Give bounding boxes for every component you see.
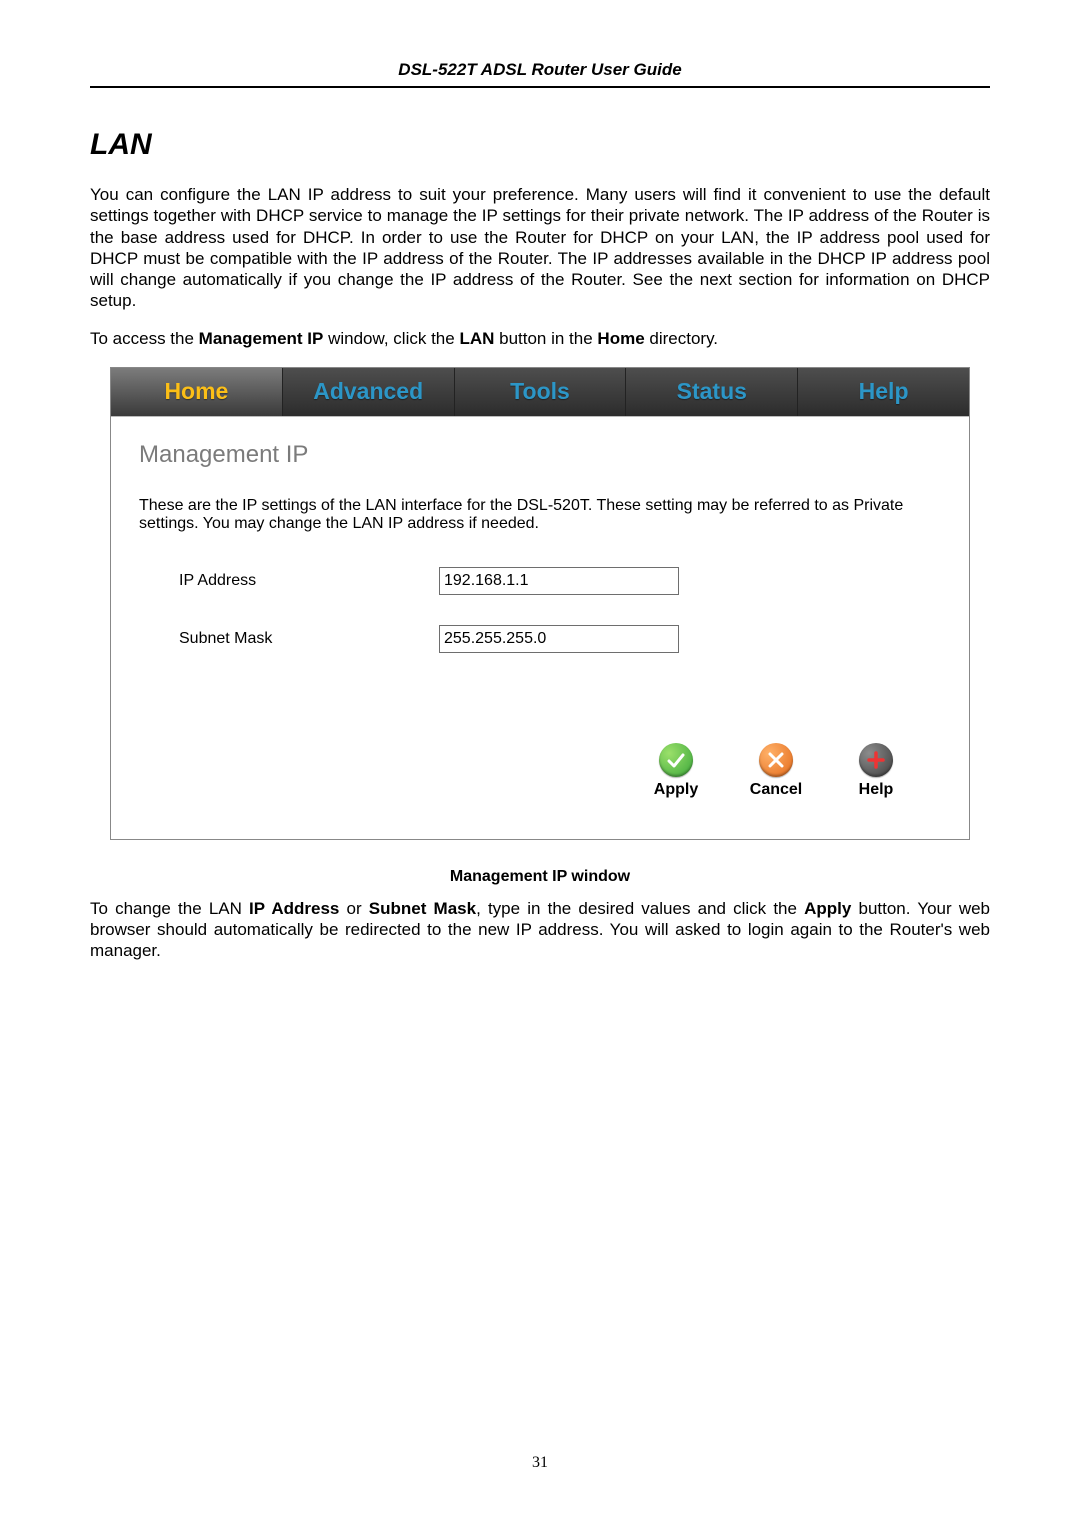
check-icon bbox=[659, 743, 693, 777]
text-bold: Management IP bbox=[199, 329, 324, 348]
apply-label: Apply bbox=[654, 781, 698, 799]
closing-paragraph: To change the LAN IP Address or Subnet M… bbox=[90, 898, 990, 962]
text-bold: Home bbox=[597, 329, 644, 348]
plus-icon bbox=[859, 743, 893, 777]
tab-home[interactable]: Home bbox=[111, 368, 282, 416]
text-bold: LAN bbox=[459, 329, 494, 348]
cancel-label: Cancel bbox=[750, 781, 802, 799]
text: or bbox=[339, 899, 368, 918]
form-row-ip: IP Address bbox=[179, 567, 941, 595]
tab-tools[interactable]: Tools bbox=[454, 368, 626, 416]
action-bar: Apply Cancel Help bbox=[139, 683, 941, 809]
text-bold: IP Address bbox=[249, 899, 339, 918]
text: , type in the desired values and click t… bbox=[476, 899, 804, 918]
section-title-lan: LAN bbox=[90, 128, 990, 162]
tab-status[interactable]: Status bbox=[625, 368, 797, 416]
nav-tab-bar: Home Advanced Tools Status Help bbox=[111, 368, 969, 417]
text: window, click the bbox=[323, 329, 459, 348]
apply-button[interactable]: Apply bbox=[641, 743, 711, 799]
page-number: 31 bbox=[0, 1454, 1080, 1472]
close-icon bbox=[759, 743, 793, 777]
help-label: Help bbox=[859, 781, 894, 799]
input-subnet-mask[interactable] bbox=[439, 625, 679, 653]
text: To change the LAN bbox=[90, 899, 249, 918]
access-paragraph: To access the Management IP window, clic… bbox=[90, 328, 990, 349]
panel-description: These are the IP settings of the LAN int… bbox=[139, 497, 941, 533]
text-bold: Subnet Mask bbox=[369, 899, 476, 918]
text: directory. bbox=[645, 329, 718, 348]
help-button[interactable]: Help bbox=[841, 743, 911, 799]
panel-title: Management IP bbox=[139, 441, 941, 469]
form-row-subnet: Subnet Mask bbox=[179, 625, 941, 653]
tab-advanced[interactable]: Advanced bbox=[282, 368, 454, 416]
label-ip-address: IP Address bbox=[179, 572, 439, 590]
text-bold: Apply bbox=[804, 899, 851, 918]
intro-paragraph: You can configure the LAN IP address to … bbox=[90, 184, 990, 312]
text: button in the bbox=[494, 329, 597, 348]
router-admin-panel: Home Advanced Tools Status Help Manageme… bbox=[110, 367, 970, 840]
cancel-button[interactable]: Cancel bbox=[741, 743, 811, 799]
text: To access the bbox=[90, 329, 199, 348]
tab-help[interactable]: Help bbox=[797, 368, 969, 416]
label-subnet-mask: Subnet Mask bbox=[179, 630, 439, 648]
figure-caption: Management IP window bbox=[90, 868, 990, 886]
page-header: DSL-522T ADSL Router User Guide bbox=[90, 60, 990, 88]
input-ip-address[interactable] bbox=[439, 567, 679, 595]
